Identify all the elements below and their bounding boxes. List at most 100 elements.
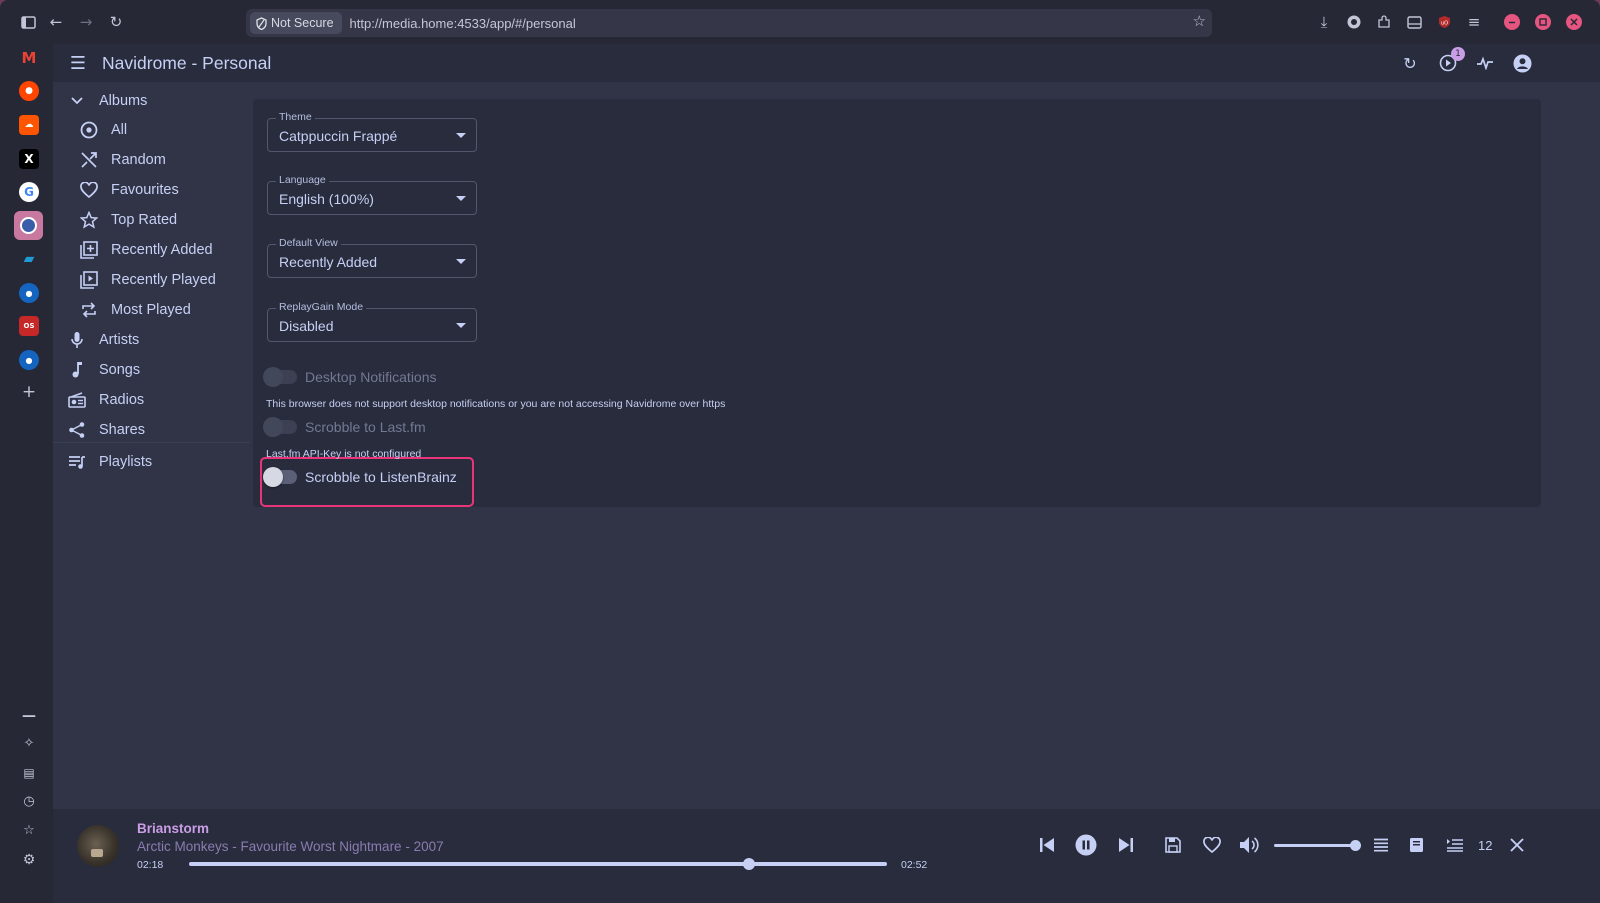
app-bar: ☰ Navidrome - Personal ↻ 1 [53,44,1600,82]
app-icon[interactable]: ● [19,350,39,370]
downloads-icon[interactable]: ⤓ [1312,10,1336,34]
reader-view-icon[interactable] [1402,10,1426,34]
scrobble-lastfm-toggle[interactable]: Scrobble to Last.fm [263,417,426,437]
bookmark-star-icon[interactable]: ☆ [1193,12,1206,30]
back-icon[interactable]: ← [44,10,68,34]
progress-handle[interactable] [742,858,755,870]
account-extension-icon[interactable] [1342,10,1366,34]
share-icon [67,420,87,440]
google-icon[interactable]: G [19,182,39,202]
history-icon[interactable]: ◷ [19,791,39,811]
refresh-icon[interactable]: ↻ [1399,52,1421,74]
minimize-window-icon[interactable] [1500,10,1524,34]
bookmarks-star-icon[interactable]: ☆ [19,820,39,840]
maximize-window-icon[interactable] [1531,10,1555,34]
pause-icon[interactable] [1074,833,1098,857]
replaygain-select[interactable]: ReplayGain Mode Disabled [267,301,477,342]
sidebar-item-label: Albums [99,93,148,109]
url-bar[interactable]: Not Secure http://media.home:4533/app/#/… [246,9,1212,37]
gmail-icon[interactable]: M [19,48,39,68]
sidebar-item-all[interactable]: All [79,116,127,144]
reload-icon[interactable]: ↻ [104,10,128,34]
song-title[interactable]: Brianstorm [137,821,209,836]
previous-track-icon[interactable] [1035,833,1059,857]
volume-icon[interactable] [1237,833,1261,857]
microphone-icon [67,330,87,350]
os-icon[interactable]: OS [19,316,39,336]
replaygain-label: ReplayGain Mode [276,301,367,313]
url-text[interactable]: http://media.home:4533/app/#/personal [350,16,576,31]
language-select[interactable]: Language English (100%) [267,174,477,215]
queue-count: 12 [1478,838,1493,853]
sidebar-item-songs[interactable]: Songs [67,356,140,384]
toggle-switch[interactable] [263,467,297,487]
hamburger-menu-icon[interactable]: ☰ [67,52,89,74]
collapse-icon[interactable]: — [19,706,39,726]
navidrome-tab-active[interactable] [14,211,43,240]
desktop-notifications-toggle[interactable]: Desktop Notifications [263,367,437,387]
dropdown-caret-icon [456,133,466,138]
app-icon[interactable]: ▰ [19,249,39,269]
sidebar-item-label: Recently Played [111,272,216,288]
sidebar-item-most-played[interactable]: Most Played [79,296,191,324]
next-track-icon[interactable] [1114,833,1138,857]
reddit-icon[interactable]: ● [19,81,39,101]
x-icon[interactable]: X [19,149,39,169]
sidebar-item-recently-played[interactable]: Recently Played [79,266,216,294]
toggle-switch[interactable] [263,417,297,437]
current-time: 02:18 [137,859,164,871]
settings-gear-icon[interactable]: ⚙ [19,850,39,870]
album-cover[interactable] [77,825,119,867]
heart-outline-icon[interactable] [1200,833,1224,857]
playlist-lines-icon[interactable] [1369,833,1393,857]
sidebar-toggle-icon[interactable] [16,10,40,34]
desktop-notifications-label: Desktop Notifications [305,369,437,385]
browser-toolbar: ← → ↻ Not Secure http://media.home:4533/… [0,0,1600,44]
scrobble-lastfm-helper: Last.fm API-Key is not configured [266,448,422,460]
user-account-icon[interactable] [1511,52,1533,74]
queue-badge: 1 [1451,47,1465,61]
progress-bar[interactable] [189,858,887,870]
sidebar-item-favourites[interactable]: Favourites [79,176,179,204]
add-icon[interactable]: + [19,382,39,402]
close-window-icon[interactable] [1562,10,1586,34]
queue-list-icon[interactable] [1443,833,1467,857]
language-value: English (100%) [279,191,374,207]
close-player-icon[interactable] [1505,833,1529,857]
theme-select[interactable]: Theme Catppuccin Frappé [267,111,477,152]
sidebar-item-shares[interactable]: Shares [67,416,145,444]
scrobble-listenbrainz-toggle[interactable]: Scrobble to ListenBrainz [263,467,457,487]
sidebar-item-recently-added[interactable]: Recently Added [79,236,213,264]
activity-queue-icon[interactable]: 1 [1437,47,1465,74]
sidebar-item-playlists[interactable]: Playlists [67,448,152,476]
sidebar-item-radios[interactable]: Radios [67,386,144,414]
audio-player: Brianstorm Arctic Monkeys - Favourite Wo… [53,809,1600,903]
extensions-icon[interactable] [1372,10,1396,34]
tabs-icon[interactable]: ▤ [19,763,39,783]
toggle-switch[interactable] [263,367,297,387]
default-view-select[interactable]: Default View Recently Added [267,237,477,278]
scrobble-lastfm-label: Scrobble to Last.fm [305,419,426,435]
activity-pulse-icon[interactable] [1474,52,1496,74]
sparkle-icon[interactable]: ✧ [19,733,39,753]
not-secure-indicator[interactable]: Not Secure [250,12,342,34]
forward-icon[interactable]: → [74,10,98,34]
default-view-label: Default View [276,237,341,249]
app-icon[interactable]: ● [19,283,39,303]
sidebar-item-top-rated[interactable]: Top Rated [79,206,177,234]
sidebar-item-label: Radios [99,392,145,408]
sidebar-item-artists[interactable]: Artists [67,326,139,354]
volume-slider[interactable] [1274,840,1361,851]
soundcloud-icon[interactable]: ☁ [19,115,39,135]
song-artist-album[interactable]: Arctic Monkeys - Favourite Worst Nightma… [137,839,444,854]
save-queue-icon[interactable] [1161,833,1185,857]
volume-handle[interactable] [1350,840,1361,851]
sidebar-item-label: All [111,122,128,138]
sidebar-item-albums[interactable]: Albums [67,87,147,115]
menu-icon[interactable]: ≡ [1462,10,1486,34]
lyrics-book-icon[interactable] [1404,833,1428,857]
sidebar-item-label: Recently Added [111,242,213,258]
ublock-icon[interactable]: uO [1432,10,1456,34]
sidebar-item-random[interactable]: Random [79,146,166,174]
not-secure-label: Not Secure [271,16,334,30]
